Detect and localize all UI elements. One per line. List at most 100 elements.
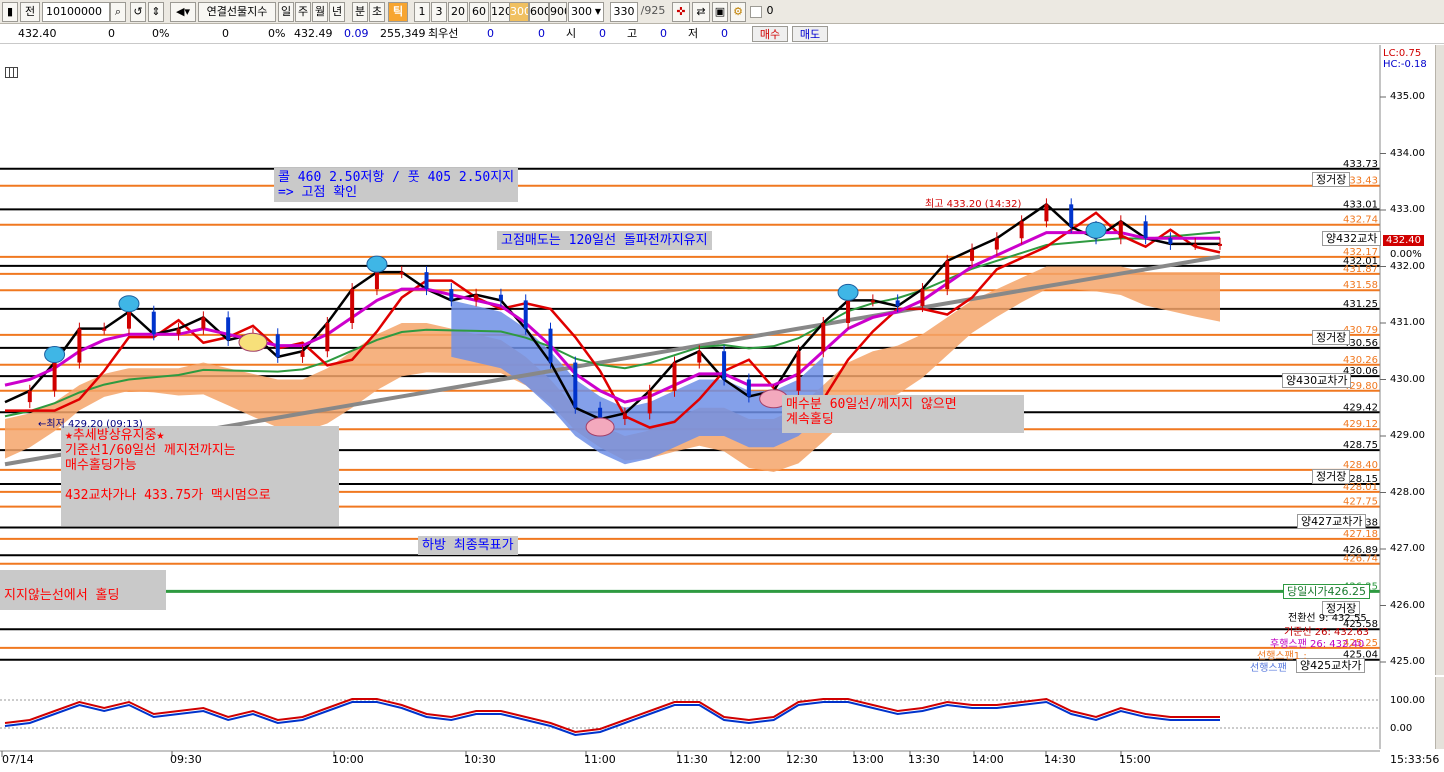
interval-1[interactable]: 1 bbox=[414, 2, 430, 22]
candle-body bbox=[895, 300, 900, 307]
vertical-scrollbar[interactable] bbox=[1435, 45, 1444, 675]
interval-900[interactable]: 900 bbox=[549, 2, 567, 22]
quote-change: 0.09 bbox=[344, 27, 369, 40]
trend-note: ★추세방상유지중★ 기준선1/60일선 께지전까지는 매수홀딩가능 432교차가… bbox=[61, 426, 339, 526]
level-tag: 정거장 bbox=[1312, 171, 1351, 187]
price-level-label: 427.18 bbox=[1343, 529, 1378, 540]
chart-canvas[interactable]: 433.73433.43433.01432.74432.17432.01431.… bbox=[0, 45, 1444, 772]
period-week[interactable]: 주 bbox=[295, 2, 311, 22]
x-tick-label: 07/14 bbox=[2, 753, 34, 766]
checkbox[interactable] bbox=[750, 6, 762, 18]
save-icon[interactable]: ▣ bbox=[712, 2, 728, 22]
x-tick-label: 14:00 bbox=[972, 753, 1004, 766]
chevron-down-icon: ▼ bbox=[594, 7, 601, 16]
high-marker bbox=[118, 295, 140, 313]
candle-body bbox=[102, 328, 107, 331]
candle-body bbox=[548, 328, 553, 363]
y-tick-label: 429.00 bbox=[1390, 430, 1425, 441]
y-tick-label: 425.00 bbox=[1390, 656, 1425, 667]
low-value: 0 bbox=[721, 27, 728, 40]
candle-body bbox=[350, 289, 355, 323]
y-tick-label: 426.00 bbox=[1390, 599, 1425, 611]
high-label: 고 bbox=[627, 27, 638, 40]
candle-body bbox=[746, 379, 751, 397]
candle-body bbox=[697, 351, 702, 363]
stepper-icon[interactable]: ⇕ bbox=[148, 2, 164, 22]
candle-body bbox=[126, 311, 131, 329]
candle-body bbox=[27, 390, 32, 403]
price-level-label: 426.74 bbox=[1343, 554, 1378, 565]
x-tick-label: 14:30 bbox=[1044, 753, 1076, 766]
period-day[interactable]: 일 bbox=[278, 2, 294, 22]
speaker-icon[interactable]: ◀▾ bbox=[170, 2, 196, 22]
period-minute[interactable]: 분 bbox=[352, 2, 368, 22]
sell-button[interactable]: 매도 bbox=[792, 26, 828, 42]
page-input[interactable]: 330 bbox=[610, 2, 638, 22]
candle-body bbox=[1218, 243, 1222, 246]
candle-body bbox=[176, 328, 181, 335]
candle-body bbox=[573, 362, 578, 408]
y-tick-label: 433.00 bbox=[1390, 204, 1425, 215]
quote-v1: 0 bbox=[108, 27, 115, 40]
price-level-label: 433.73 bbox=[1343, 159, 1378, 170]
y-tick-label: 428.00 bbox=[1390, 486, 1425, 498]
period-second[interactable]: 초 bbox=[369, 2, 385, 22]
candle-body bbox=[424, 272, 429, 290]
cycle-icon[interactable]: ↺ bbox=[130, 2, 146, 22]
best-label: 최우선 bbox=[428, 27, 459, 40]
period-year[interactable]: 년 bbox=[329, 2, 345, 22]
prev-label[interactable]: 전 bbox=[20, 2, 40, 22]
tenkan-label: 전환선 9: 432.55 bbox=[1288, 613, 1367, 624]
candle-body bbox=[672, 362, 677, 391]
candle-body bbox=[77, 328, 82, 363]
price-level-label: 431.87 bbox=[1343, 264, 1378, 275]
hold-note: 지지않는선에서 홀딩 bbox=[0, 570, 166, 610]
period-month[interactable]: 월 bbox=[312, 2, 328, 22]
grid-icon[interactable] bbox=[5, 67, 18, 78]
candle-body bbox=[1168, 238, 1173, 244]
low-mark-label: ←최저 429.20 (09:13) bbox=[38, 419, 143, 430]
open-value: 0 bbox=[599, 27, 606, 40]
candle-body bbox=[1193, 243, 1198, 246]
candle-body bbox=[796, 351, 801, 391]
count-select[interactable]: 300 ▼ bbox=[568, 2, 604, 22]
y-tick-label: 434.00 bbox=[1390, 147, 1425, 159]
x-tick-label: 10:00 bbox=[332, 753, 364, 766]
compare-icon[interactable]: ⇄ bbox=[692, 2, 710, 22]
candle-body bbox=[374, 272, 379, 290]
lower-scrollbar[interactable] bbox=[1435, 677, 1444, 749]
candle-body bbox=[498, 294, 503, 301]
price-level-label: 430.26 bbox=[1343, 355, 1378, 366]
period-tick[interactable]: 틱 bbox=[388, 2, 408, 22]
price-level-label: 429.42 bbox=[1343, 402, 1378, 413]
candle-body bbox=[226, 317, 231, 340]
interval-600[interactable]: 600 bbox=[529, 2, 549, 22]
search-icon[interactable]: ⌕ bbox=[110, 2, 126, 22]
price-level-label: 432.74 bbox=[1343, 215, 1378, 226]
topsell-note: 고점매도는 120일선 돌파전까지유지 bbox=[497, 231, 712, 250]
candle-body bbox=[970, 249, 975, 261]
interval-120[interactable]: 120 bbox=[490, 2, 510, 22]
chart-icon[interactable]: ▮ bbox=[2, 2, 18, 22]
crosshair-icon[interactable]: ✜ bbox=[672, 2, 690, 22]
x-tick-label: 11:30 bbox=[676, 753, 708, 766]
price-level-label: 428.01 bbox=[1343, 482, 1378, 493]
interval-300[interactable]: 300 bbox=[509, 2, 529, 22]
candle-body bbox=[1118, 221, 1123, 239]
quote-bar: 432.40 0 0% 0 0% 432.49 0.09 255,349 최우선… bbox=[0, 24, 1444, 44]
interval-20[interactable]: 20 bbox=[448, 2, 468, 22]
y-tick-label: 431.00 bbox=[1390, 317, 1425, 328]
quote-p2: 0% bbox=[268, 27, 286, 40]
candle-body bbox=[325, 323, 330, 352]
product-name[interactable]: 연결선물지수 bbox=[198, 2, 276, 22]
level-tag: 당일시가426.25 bbox=[1283, 584, 1370, 600]
chart-area[interactable]: 433.73 433.43 433.01 432.74 432.17 432.01 431.… bbox=[0, 45, 1444, 772]
interval-60[interactable]: 60 bbox=[469, 2, 489, 22]
code-input[interactable]: 10100000 bbox=[42, 2, 110, 22]
buy-button[interactable]: 매수 bbox=[752, 26, 788, 42]
low-label: 저 bbox=[688, 27, 699, 40]
interval-3[interactable]: 3 bbox=[431, 2, 447, 22]
candle-body bbox=[1019, 221, 1024, 239]
gear-icon[interactable]: ⚙ bbox=[730, 2, 746, 22]
candle-body bbox=[399, 272, 404, 275]
